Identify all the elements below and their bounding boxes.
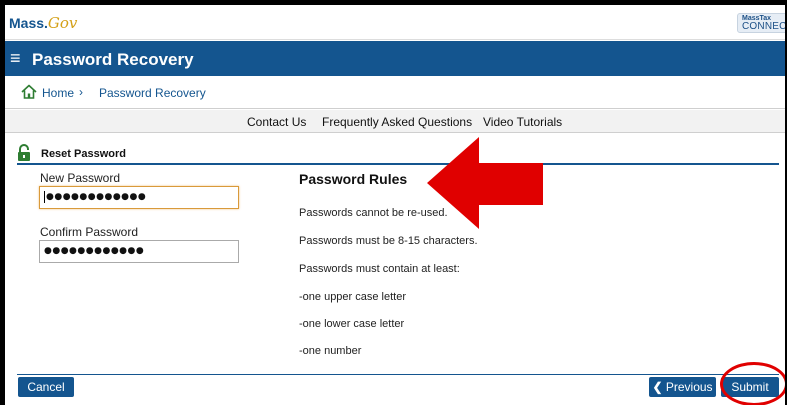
chevron-left-icon: ❮ bbox=[652, 380, 663, 394]
rule-lower-case: -one lower case letter bbox=[299, 318, 405, 330]
faq-link[interactable]: Frequently Asked Questions bbox=[322, 115, 472, 129]
red-circle-annotation bbox=[720, 362, 785, 405]
section-title: Reset Password bbox=[41, 148, 126, 160]
video-tutorials-link[interactable]: Video Tutorials bbox=[483, 115, 562, 129]
home-icon[interactable] bbox=[21, 84, 37, 99]
browser-viewport: Mass.Gov MassTax CONNECT ≡ Password Reco… bbox=[5, 5, 785, 405]
previous-button[interactable]: ❮ Previous bbox=[649, 377, 716, 397]
cancel-button[interactable]: Cancel bbox=[18, 377, 74, 397]
red-arrow-annotation bbox=[427, 137, 543, 229]
footer-divider bbox=[17, 374, 779, 375]
rule-length: Passwords must be 8-15 characters. bbox=[299, 235, 478, 247]
masstax-logo-line2: CONNECT bbox=[742, 21, 785, 32]
page-title: Password Recovery bbox=[32, 50, 194, 69]
rule-contain-at-least: Passwords must contain at least: bbox=[299, 263, 460, 275]
confirm-password-field[interactable]: ●●●●●●●●●●●● bbox=[39, 240, 239, 263]
breadcrumb-home-link[interactable]: Home bbox=[42, 86, 74, 100]
text-cursor bbox=[44, 190, 45, 203]
previous-button-label: Previous bbox=[665, 380, 713, 394]
new-password-label: New Password bbox=[40, 171, 121, 185]
title-bar: ≡ Password Recovery bbox=[5, 41, 785, 76]
rule-upper-case: -one upper case letter bbox=[299, 291, 407, 303]
contact-us-link[interactable]: Contact Us bbox=[247, 115, 306, 129]
new-password-value: ●●●●●●●●●●●● bbox=[46, 192, 147, 202]
breadcrumb-separator: › bbox=[79, 85, 83, 99]
logo-bar: Mass.Gov MassTax CONNECT bbox=[5, 5, 785, 40]
new-password-field[interactable]: ●●●●●●●●●●●● bbox=[39, 186, 239, 209]
help-links-bar: Contact Us Frequently Asked Questions Vi… bbox=[5, 110, 785, 133]
section-header: Reset Password bbox=[17, 143, 779, 165]
password-rules-title: Password Rules bbox=[299, 171, 408, 187]
rule-no-reuse: Passwords cannot be re-used. bbox=[299, 207, 448, 219]
confirm-password-value: ●●●●●●●●●●●● bbox=[44, 246, 145, 256]
breadcrumb: Home › Password Recovery bbox=[5, 76, 785, 109]
breadcrumb-current[interactable]: Password Recovery bbox=[99, 86, 206, 100]
mass-gov-logo[interactable]: Mass.Gov bbox=[9, 14, 77, 32]
masstax-connect-logo[interactable]: MassTax CONNECT bbox=[737, 13, 785, 33]
confirm-password-label: Confirm Password bbox=[40, 225, 139, 239]
mass-logo-text: Mass. bbox=[9, 15, 48, 31]
hamburger-menu-icon[interactable]: ≡ bbox=[10, 47, 21, 69]
lock-icon bbox=[18, 144, 30, 161]
rule-number: -one number bbox=[299, 345, 362, 357]
mass-logo-gov-text: Gov bbox=[47, 14, 78, 32]
